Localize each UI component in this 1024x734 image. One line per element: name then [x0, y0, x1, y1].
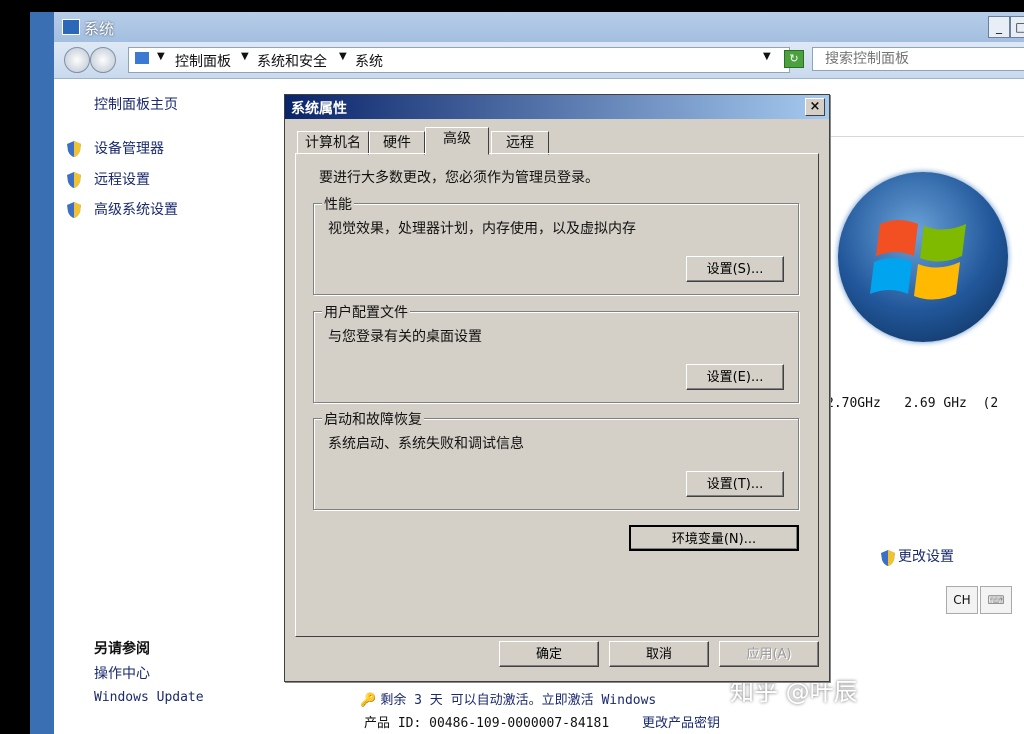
tab-hardware[interactable]: 硬件 [369, 131, 425, 155]
group-title: 启动和故障恢复 [322, 409, 424, 429]
language-indicator[interactable]: CH [946, 586, 978, 614]
sidebar-home-link[interactable]: 控制面板主页 [94, 94, 178, 114]
windows-update-link[interactable]: Windows Update [94, 690, 204, 705]
search-input[interactable] [812, 47, 1024, 71]
forward-button[interactable] [90, 47, 116, 73]
startup-recovery-group: 启动和故障恢复 系统启动、系统失败和调试信息 设置(T)... [313, 409, 799, 510]
window-title-bar: 系统 _ □ [54, 12, 1024, 43]
activation-status: 🔑 剩余 3 天 可以自动激活。立即激活 Windows [360, 689, 656, 708]
refresh-icon[interactable]: ↻ [784, 50, 804, 68]
back-button[interactable] [64, 47, 90, 73]
tab-advanced[interactable]: 高级 [425, 127, 489, 155]
history-dropdown-icon[interactable]: ▼ [763, 51, 771, 62]
shield-icon [881, 550, 895, 566]
change-product-key-link[interactable]: 更改产品密钥 [642, 712, 720, 731]
sidebar-item-advanced-settings[interactable]: 高级系统设置 [94, 199, 178, 219]
user-profiles-settings-button[interactable]: 设置(E)... [686, 364, 784, 390]
breadcrumb[interactable]: ▼ 控制面板 ▼ 系统和安全 ▼ 系统 ▼ [128, 47, 790, 73]
chevron-down-icon[interactable]: ▼ [339, 51, 347, 62]
divider [824, 136, 1024, 137]
sidebar-item-remote-settings[interactable]: 远程设置 [94, 169, 150, 189]
shield-icon [67, 172, 81, 188]
maximize-button[interactable]: □ [1010, 16, 1024, 38]
tab-computer-name[interactable]: 计算机名 [297, 131, 369, 155]
performance-group: 性能 视觉效果，处理器计划，内存使用，以及虚拟内存 设置(S)... [313, 194, 799, 295]
ok-button[interactable]: 确定 [499, 641, 599, 667]
dialog-title-bar: 系统属性 × [285, 95, 829, 119]
breadcrumb-system-security[interactable]: 系统和安全 [257, 51, 327, 71]
user-profiles-group: 用户配置文件 与您登录有关的桌面设置 设置(E)... [313, 302, 799, 403]
keyboard-icon[interactable]: ⌨ [980, 586, 1012, 614]
admin-note: 要进行大多数更改，您必须作为管理员登录。 [319, 170, 599, 186]
minimize-button[interactable]: _ [988, 16, 1010, 38]
product-id: 产品 ID: 00486-109-0000007-84181 [364, 716, 610, 731]
chevron-down-icon[interactable]: ▼ [157, 51, 165, 62]
group-title: 性能 [322, 194, 354, 214]
see-also-heading: 另请参阅 [94, 641, 150, 657]
group-title: 用户配置文件 [322, 302, 410, 322]
address-bar: ▼ 控制面板 ▼ 系统和安全 ▼ 系统 ▼ ↻ [54, 42, 1024, 79]
desktop-background [30, 12, 54, 734]
cancel-button[interactable]: 取消 [609, 641, 709, 667]
key-icon: 🔑 [360, 693, 377, 708]
activation-text[interactable]: 剩余 3 天 可以自动激活。立即激活 Windows [380, 693, 656, 708]
group-description: 系统启动、系统失败和调试信息 [328, 436, 524, 452]
system-properties-dialog: 系统属性 × 计算机名 硬件 高级 远程 要进行大多数更改，您必须作为管理员登录… [284, 94, 830, 682]
apply-button[interactable]: 应用(A) [719, 641, 819, 667]
control-panel-icon [135, 52, 149, 64]
shield-icon [67, 141, 81, 157]
sidebar-item-device-manager[interactable]: 设备管理器 [94, 138, 164, 158]
performance-settings-button[interactable]: 设置(S)... [686, 256, 784, 282]
processor-speed: 2.70GHz 2.69 GHz (2 [826, 396, 999, 411]
change-settings-link[interactable]: 更改设置 [898, 546, 954, 566]
action-center-link[interactable]: 操作中心 [94, 663, 150, 683]
environment-variables-button[interactable]: 环境变量(N)... [629, 525, 799, 551]
tab-remote[interactable]: 远程 [491, 131, 549, 155]
startup-recovery-settings-button[interactable]: 设置(T)... [686, 471, 784, 497]
group-description: 与您登录有关的桌面设置 [328, 329, 482, 345]
breadcrumb-control-panel[interactable]: 控制面板 [175, 51, 231, 71]
chevron-down-icon[interactable]: ▼ [241, 51, 249, 62]
windows-logo [838, 172, 1008, 342]
shield-icon [67, 202, 81, 218]
group-description: 视觉效果，处理器计划，内存使用，以及虚拟内存 [328, 221, 636, 237]
dialog-title: 系统属性 [291, 101, 347, 117]
window-title: 系统 [84, 20, 115, 38]
windows-flag-icon [870, 220, 966, 300]
system-icon [62, 19, 80, 35]
breadcrumb-system[interactable]: 系统 [355, 51, 383, 71]
close-button[interactable]: × [805, 98, 825, 116]
